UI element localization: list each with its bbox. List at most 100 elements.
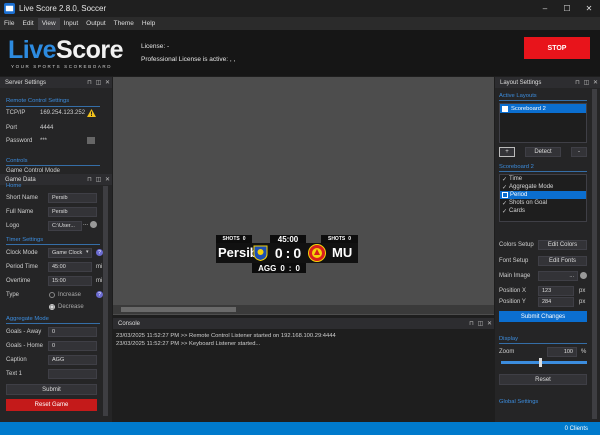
clock-mode-label: Clock Mode xyxy=(6,250,38,256)
element-item-time[interactable]: ✓ Time xyxy=(500,175,586,183)
zoom-slider-thumb[interactable] xyxy=(539,358,542,367)
edit-fonts-button[interactable]: Edit Fonts xyxy=(538,256,587,266)
reset-game-button[interactable]: Reset Game xyxy=(6,399,97,411)
checkmark-icon[interactable]: ✓ xyxy=(502,200,509,207)
chevron-down-icon[interactable]: ▾ xyxy=(86,249,89,255)
dock-icon[interactable]: ◫ xyxy=(94,176,103,183)
clients-count: 0 Clients xyxy=(564,425,588,432)
decrease-radio[interactable] xyxy=(49,304,55,310)
layout-settings-scrollbar[interactable] xyxy=(592,89,597,419)
element-label: Period xyxy=(510,192,528,198)
remove-layout-button[interactable]: - xyxy=(571,147,587,157)
element-item-cards[interactable]: ✓ Cards xyxy=(500,207,586,215)
period-time-label: Period Time xyxy=(6,264,39,270)
element-checkbox[interactable] xyxy=(502,192,508,198)
preview-horizontal-scrollbar[interactable] xyxy=(113,305,494,314)
text1-input[interactable] xyxy=(48,369,97,379)
logo-text-score: Score xyxy=(56,36,124,64)
menu-view[interactable]: View xyxy=(37,17,60,30)
reset-zoom-button[interactable]: Reset xyxy=(499,374,587,385)
dock-icon[interactable]: ◫ xyxy=(476,320,485,327)
checkmark-icon[interactable]: ✓ xyxy=(502,184,509,191)
logo-browse-button[interactable]: ... xyxy=(83,221,88,227)
layout-item[interactable]: Scoreboard 2 xyxy=(500,104,586,113)
agg-away: 0 xyxy=(295,263,300,273)
game-data-scrollbar[interactable] xyxy=(103,186,108,416)
element-item-aggregate[interactable]: ✓ Aggregate Mode xyxy=(500,183,586,191)
password-value[interactable]: *** xyxy=(40,138,47,144)
password-toggle-icon[interactable] xyxy=(87,137,95,144)
stop-button[interactable]: STOP xyxy=(524,37,590,59)
help-icon[interactable]: ? xyxy=(96,249,103,256)
overtime-label: Overtime xyxy=(6,278,31,284)
menu-output[interactable]: Output xyxy=(82,18,110,30)
dock-icon[interactable]: ◫ xyxy=(582,79,591,86)
password-label: Password xyxy=(6,138,33,144)
menu-help[interactable]: Help xyxy=(138,18,159,30)
console-header: Console ⊓ ◫ ✕ xyxy=(113,318,494,329)
caption-input[interactable]: AGG xyxy=(48,355,97,365)
menu-file[interactable]: File xyxy=(0,18,18,30)
goals-away-input[interactable]: 0 xyxy=(48,327,97,337)
submit-changes-button[interactable]: Submit Changes xyxy=(499,311,587,322)
minimize-button[interactable]: – xyxy=(534,0,556,17)
element-item-period[interactable]: Period xyxy=(500,191,586,199)
increase-radio[interactable] xyxy=(49,292,55,298)
position-x-input[interactable]: 123 xyxy=(538,286,574,296)
scrollbar-thumb[interactable] xyxy=(121,307,236,312)
maximize-button[interactable]: ☐ xyxy=(556,0,578,17)
full-name-label: Full Name xyxy=(6,209,34,215)
layout-checkbox[interactable] xyxy=(502,105,508,112)
edit-colors-button[interactable]: Edit Colors xyxy=(538,240,587,250)
pin-icon[interactable]: ⊓ xyxy=(85,176,94,183)
port-value[interactable]: 4444 xyxy=(40,125,53,131)
shots-label-home: SHOTS xyxy=(222,236,240,242)
position-y-input[interactable]: 284 xyxy=(538,297,574,307)
logo-path-input[interactable]: C:\User... xyxy=(48,221,82,231)
submit-button[interactable]: Submit xyxy=(6,384,97,395)
close-icon[interactable]: ✕ xyxy=(591,79,600,86)
dock-icon[interactable]: ◫ xyxy=(94,79,103,86)
menu-edit[interactable]: Edit xyxy=(18,18,37,30)
server-settings-panel: Server Settings ⊓ ◫ ✕ Remote Control Setti… xyxy=(0,77,112,174)
pin-icon[interactable]: ⊓ xyxy=(85,79,94,86)
add-layout-button[interactable]: + xyxy=(499,147,515,157)
zoom-slider-track[interactable] xyxy=(501,361,587,364)
menu-theme[interactable]: Theme xyxy=(110,18,138,30)
pin-icon[interactable]: ⊓ xyxy=(467,320,476,327)
scoreboard-preview: SHOTS 0 SHOTS 0 45:00 Persib 0:0 MU AGG 0:0 xyxy=(113,77,494,315)
zoom-input[interactable]: 100 xyxy=(547,347,577,357)
section-divider xyxy=(6,244,100,245)
layouts-list[interactable]: Scoreboard 2 xyxy=(499,103,587,143)
console-line: 23/03/2025 11:52:27 PM >> Remote Control… xyxy=(116,333,336,339)
goals-home-input[interactable]: 0 xyxy=(48,341,97,351)
clear-image-icon[interactable] xyxy=(580,272,587,279)
main-image-input[interactable]: ... xyxy=(538,271,578,281)
close-icon[interactable]: ✕ xyxy=(103,176,112,183)
home-score: 0 xyxy=(274,245,283,261)
title-bar: Live Score 2.8.0, Soccer – ☐ ✕ xyxy=(0,0,600,17)
caption-label: Caption xyxy=(6,357,27,363)
clear-logo-icon[interactable] xyxy=(90,221,97,228)
goals-home-label: Goals - Home xyxy=(6,343,44,349)
full-name-input[interactable]: Persib xyxy=(48,207,97,217)
overtime-input[interactable]: 15:00 xyxy=(48,276,92,286)
checkmark-icon[interactable]: ✓ xyxy=(502,208,509,215)
elements-list[interactable]: ✓ Time ✓ Aggregate Mode Period ✓ Shots on G… xyxy=(499,174,587,222)
close-icon[interactable]: ✕ xyxy=(485,320,494,327)
checkmark-icon[interactable]: ✓ xyxy=(502,176,509,183)
help-icon[interactable]: ? xyxy=(96,291,103,298)
main-image-label: Main Image xyxy=(499,273,531,279)
short-name-input[interactable]: Persib xyxy=(48,193,97,203)
close-icon[interactable]: ✕ xyxy=(103,79,112,86)
element-item-shots[interactable]: ✓ Shots on Goal xyxy=(500,199,586,207)
period-time-input[interactable]: 45:00 xyxy=(48,262,92,272)
position-x-unit: px xyxy=(579,288,586,294)
text1-label: Text 1 xyxy=(6,371,23,377)
close-button[interactable]: ✕ xyxy=(578,0,600,17)
menu-input[interactable]: Input xyxy=(60,18,82,30)
pin-icon[interactable]: ⊓ xyxy=(573,79,582,86)
console-panel: Console ⊓ ◫ ✕ 23/03/2025 11:52:27 PM >> Re… xyxy=(113,318,494,422)
layout-settings-panel: Layout Settings ⊓ ◫ ✕ Active Layouts Score… xyxy=(495,77,600,422)
detect-button[interactable]: Detect xyxy=(525,147,561,157)
